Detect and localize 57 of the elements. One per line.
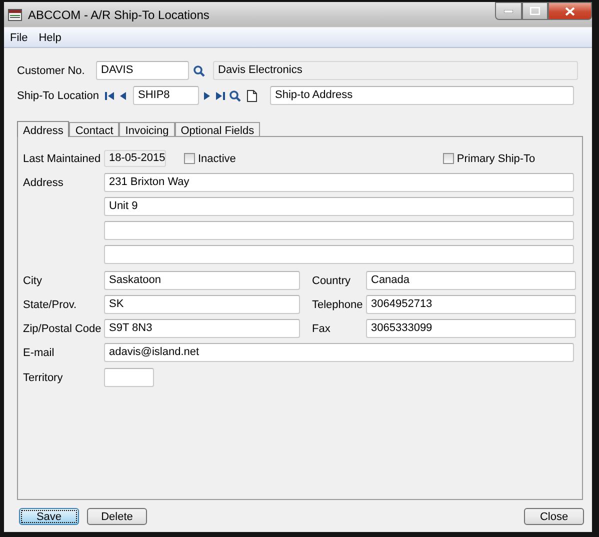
- input-field[interactable]: 3064952713: [366, 295, 576, 314]
- window-title: ABCCOM - A/R Ship-To Locations: [28, 8, 210, 22]
- button[interactable]: Save: [19, 508, 79, 525]
- maximize-button[interactable]: [522, 2, 548, 20]
- address-field[interactable]: [104, 245, 574, 264]
- input-field[interactable]: [104, 368, 154, 387]
- field-label: E-mail: [23, 346, 56, 358]
- field-label: Country: [312, 274, 352, 286]
- button[interactable]: Delete: [87, 508, 147, 525]
- input-field[interactable]: Saskatoon: [104, 271, 300, 290]
- input-field[interactable]: S9T 8N3: [104, 319, 300, 338]
- minimize-button[interactable]: [495, 2, 522, 20]
- checkbox[interactable]: [184, 153, 195, 164]
- menu-item[interactable]: File: [10, 32, 28, 44]
- date-field[interactable]: 18-05-2015: [104, 150, 166, 167]
- field-label: Address: [23, 176, 64, 188]
- previous-record-icon[interactable]: [120, 90, 126, 100]
- address-field[interactable]: 231 Brixton Way: [104, 173, 574, 192]
- last-record-icon[interactable]: [216, 90, 225, 100]
- app-icon: [8, 8, 22, 20]
- field-label: Fax: [312, 322, 332, 334]
- description-field[interactable]: Davis Electronics: [213, 61, 578, 80]
- checkbox[interactable]: [442, 153, 454, 164]
- input-field[interactable]: SHIP8: [133, 86, 199, 105]
- input-field[interactable]: SK: [104, 295, 300, 314]
- checkbox-label: Inactive: [198, 152, 236, 164]
- tab[interactable]: Address: [17, 121, 70, 137]
- field-label: Territory: [23, 372, 64, 384]
- next-record-icon[interactable]: [204, 90, 210, 100]
- input-field[interactable]: DAVIS: [96, 61, 189, 80]
- field-label: Last Maintained: [23, 152, 102, 164]
- field-label: Customer No.: [17, 64, 86, 76]
- search-icon[interactable]: [193, 64, 205, 76]
- checkbox-label: Primary Ship-To: [456, 152, 536, 164]
- close-icon: [565, 6, 575, 16]
- search-icon[interactable]: [229, 90, 241, 102]
- minimize-icon: [504, 10, 513, 12]
- tab[interactable]: Invoicing: [119, 122, 175, 136]
- close-button[interactable]: [548, 2, 592, 20]
- field-label: Telephone: [312, 298, 364, 310]
- email-field[interactable]: adavis@island.net: [104, 343, 574, 362]
- field-label: Zip/Postal Code: [23, 322, 102, 334]
- new-document-icon[interactable]: [247, 90, 257, 102]
- tab[interactable]: Optional Fields: [174, 122, 260, 136]
- address-field[interactable]: Unit 9: [104, 197, 574, 216]
- button[interactable]: Close: [524, 508, 584, 525]
- description-field[interactable]: Ship-to Address: [270, 86, 574, 105]
- menu-item[interactable]: Help: [38, 32, 62, 44]
- address-field[interactable]: [104, 221, 574, 240]
- first-record-icon[interactable]: [105, 90, 114, 100]
- field-label: State/Prov.: [23, 298, 78, 310]
- input-field[interactable]: Canada: [366, 271, 576, 290]
- field-label: City: [23, 274, 43, 286]
- maximize-icon: [530, 7, 540, 15]
- field-label: Ship-To Location: [17, 90, 100, 102]
- tab[interactable]: Contact: [69, 122, 120, 136]
- input-field[interactable]: 3065333099: [366, 319, 576, 338]
